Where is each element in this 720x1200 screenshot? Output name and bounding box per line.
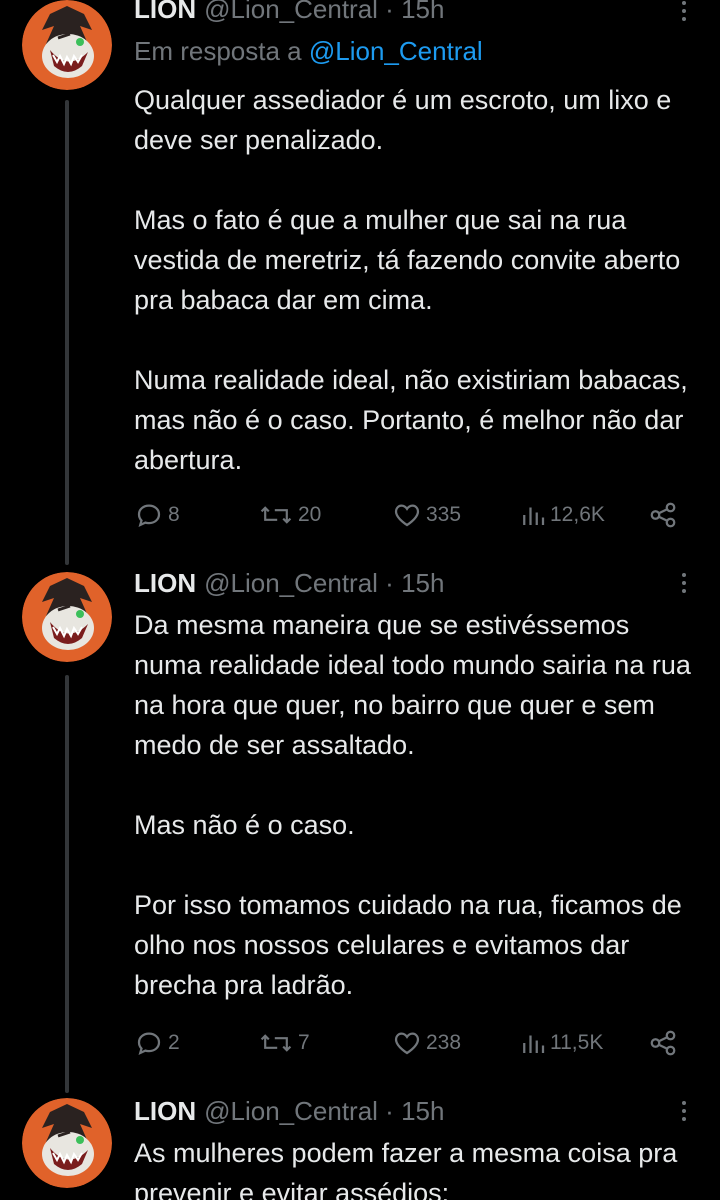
views-icon [523,1035,545,1053]
lion-avatar-icon [22,1098,112,1188]
tweet-text: Qualquer assediador é um escroto, um lix… [134,80,704,480]
author-name[interactable]: LION [134,1096,196,1126]
tweet-header: LION @Lion_Central · 15h [134,1094,630,1128]
tweet-paragraph: Da mesma maneira que se estivéssemos num… [134,610,691,760]
reply-icon [137,1032,161,1056]
retweet-count: 20 [298,503,322,526]
separator: · [385,0,394,24]
more-options-icon[interactable] [672,0,696,28]
lion-avatar-icon [22,572,112,662]
tweet-actions: 2 7 238 11,5K [134,1025,694,1061]
retweet-icon [260,506,292,524]
tweet-time[interactable]: 15h [401,0,444,24]
reply-handle-link[interactable]: @Lion_Central [309,36,483,66]
retweet-icon [260,1034,292,1052]
timeline: LION @Lion_Central · 15h Em resposta a @L… [0,0,720,1200]
author-name[interactable]: LION [134,568,196,598]
author-handle[interactable]: @Lion_Central [204,1096,378,1126]
tweet-paragraph: As mulheres podem fazer a mesma coisa pr… [134,1138,678,1200]
tweet-text: As mulheres podem fazer a mesma coisa pr… [134,1133,704,1200]
reply-count: 8 [168,503,180,526]
separator: · [385,568,394,598]
retweet-button[interactable]: 7 [258,1025,310,1061]
more-options-icon[interactable] [672,566,696,600]
views-icon [523,507,545,525]
author-handle[interactable]: @Lion_Central [204,568,378,598]
reply-context: Em resposta a @Lion_Central [134,34,483,68]
retweet-count: 7 [298,1031,310,1054]
thread-line [65,675,69,1093]
share-button[interactable] [648,497,678,533]
reply-prefix: Em resposta a [134,36,302,66]
separator: · [385,1096,394,1126]
share-icon [650,502,676,528]
tweet-text: Da mesma maneira que se estivéssemos num… [134,605,704,1005]
tweet-paragraph: Mas não é o caso. [134,810,355,840]
reply-icon [137,504,161,528]
views-button[interactable]: 11,5K [520,1025,603,1061]
share-button[interactable] [648,1025,678,1061]
tweet-paragraph: Mas o fato é que a mulher que sai na rua… [134,205,681,315]
reply-button[interactable]: 2 [134,1025,180,1061]
like-icon [394,504,420,527]
tweet-time[interactable]: 15h [401,1096,444,1126]
avatar[interactable] [22,0,112,90]
tweet-actions: 8 20 335 12,6K [134,497,694,533]
views-button[interactable]: 12,6K [520,497,605,533]
tweet-time[interactable]: 15h [401,568,444,598]
avatar[interactable] [22,1098,112,1188]
share-icon [650,1030,676,1056]
thread-line [65,100,69,565]
like-icon [394,1032,420,1055]
tweet-paragraph: Qualquer assediador é um escroto, um lix… [134,85,672,155]
author-handle[interactable]: @Lion_Central [204,0,378,24]
like-button[interactable]: 238 [392,1025,461,1061]
reply-count: 2 [168,1031,180,1054]
tweet-paragraph: Por isso tomamos cuidado na rua, ficamos… [134,890,682,1000]
like-button[interactable]: 335 [392,497,461,533]
like-count: 335 [426,503,462,526]
retweet-button[interactable]: 20 [258,497,321,533]
views-count: 11,5K [550,1031,604,1054]
reply-button[interactable]: 8 [134,497,180,533]
like-count: 238 [426,1031,462,1054]
author-name[interactable]: LION [134,0,196,24]
tweet-header: LION @Lion_Central · 15h [134,566,630,600]
tweet-paragraph: Numa realidade ideal, não existiriam bab… [134,365,688,475]
tweet-header: LION @Lion_Central · 15h [134,0,630,26]
more-options-icon[interactable] [672,1094,696,1128]
lion-avatar-icon [22,0,112,90]
avatar[interactable] [22,572,112,662]
views-count: 12,6K [550,503,605,526]
